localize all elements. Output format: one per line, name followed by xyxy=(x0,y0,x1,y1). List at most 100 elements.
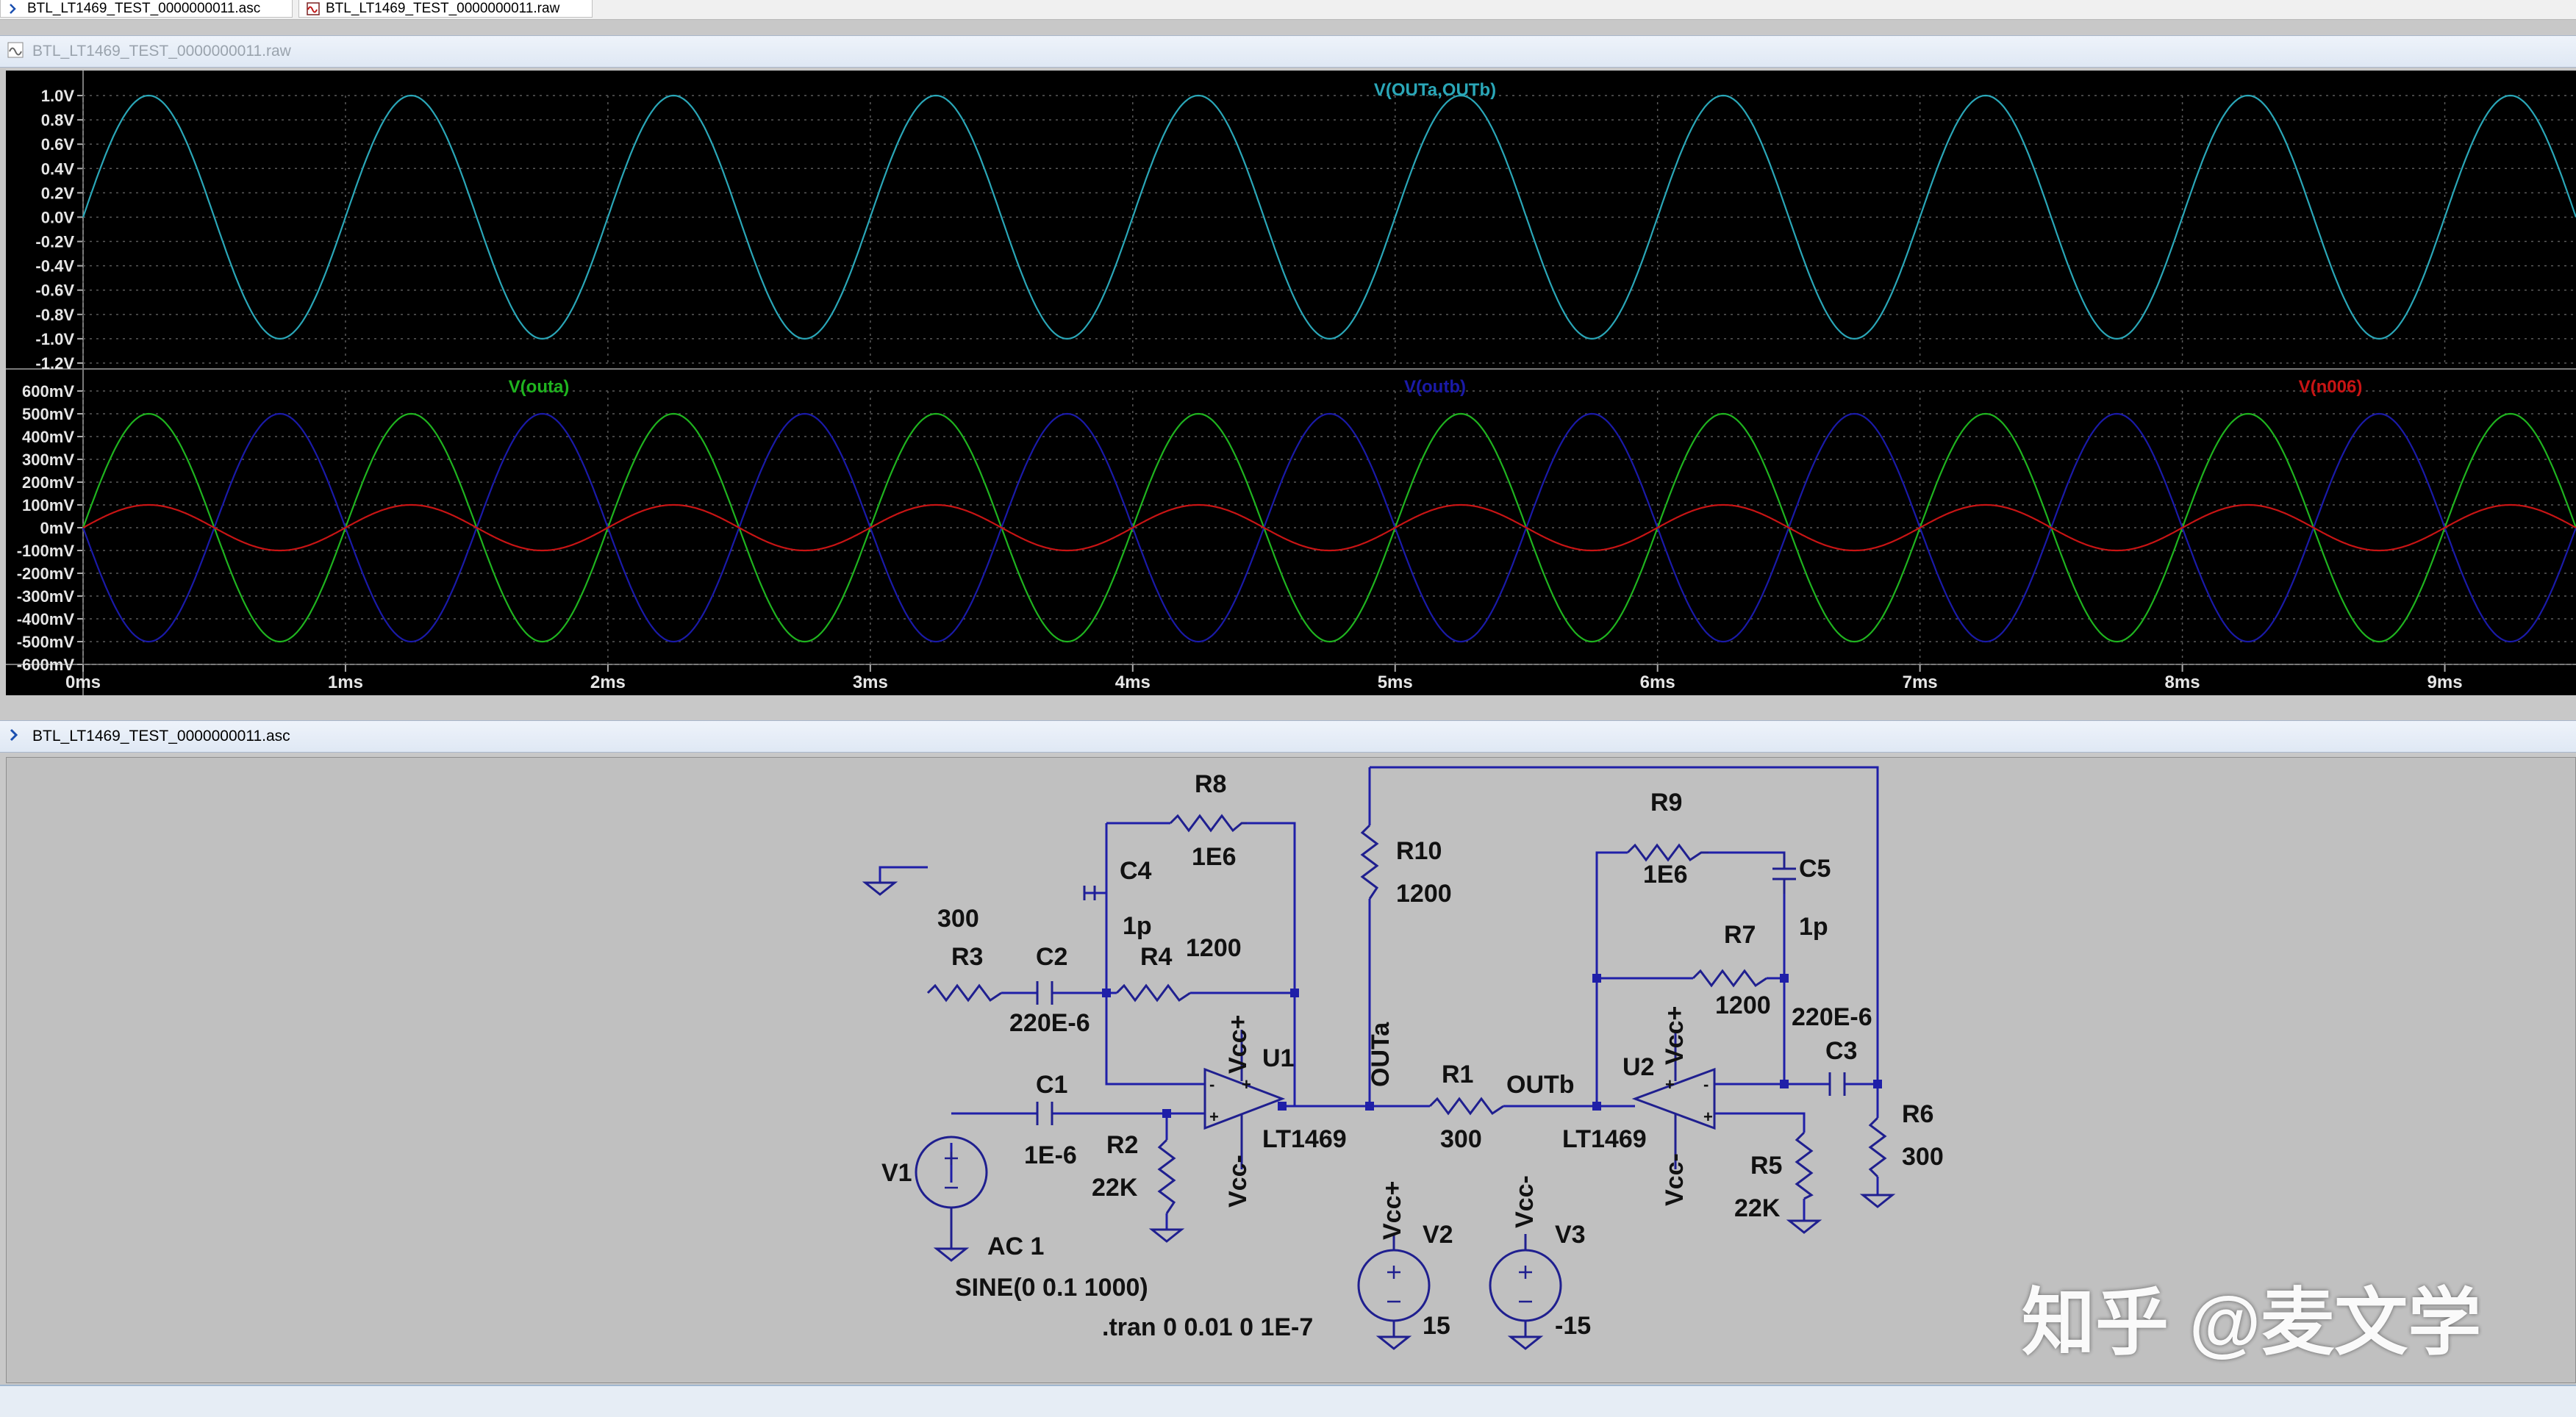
schematic-icon xyxy=(8,2,21,15)
trace-legend-label[interactable]: V(n006) xyxy=(2299,377,2363,397)
y-tick-label: -0.2V xyxy=(35,233,74,251)
label-u1-vccm: Vcc- xyxy=(1224,1155,1252,1208)
y-tick-label: -1.0V xyxy=(35,330,74,348)
label-c2: C2 xyxy=(1036,943,1067,971)
tab-label: BTL_LT1469_TEST_0000000011.asc xyxy=(27,0,261,16)
label-c5: C5 xyxy=(1799,855,1831,883)
label-v1-ac: AC 1 xyxy=(987,1233,1044,1260)
y-tick-label: 0.4V xyxy=(41,159,75,178)
label-r9: R9 xyxy=(1650,789,1682,817)
x-tick-label: 5ms xyxy=(1378,672,1413,692)
trace-legend-label[interactable]: V(outa) xyxy=(509,377,570,397)
label-c4-value: 1p xyxy=(1123,912,1152,940)
label-r7-value: 1200 xyxy=(1715,991,1771,1019)
status-bar xyxy=(0,1385,2576,1417)
y-tick-label: 0.2V xyxy=(41,184,75,202)
svg-text:+: + xyxy=(1242,1075,1251,1094)
label-c3-value: 220E-6 xyxy=(1792,1003,1872,1031)
label-r2: R2 xyxy=(1106,1131,1138,1159)
trace-legend-label[interactable]: V(outb) xyxy=(1404,377,1466,397)
resistor-r10 xyxy=(1360,824,1379,900)
label-r7: R7 xyxy=(1724,921,1756,949)
waveform-icon xyxy=(7,42,24,62)
waveform-plot-area[interactable]: 1.0V 0.8V 0.6V 0.4V 0.2V 0.0V -0.2V -0.4V -0.6V -… xyxy=(6,71,2576,695)
y-tick-label: -200mV xyxy=(17,564,75,583)
resistor-r7 xyxy=(1692,969,1767,988)
waveform-icon xyxy=(307,1,320,15)
label-u2: U2 xyxy=(1622,1053,1654,1081)
label-c1: C1 xyxy=(1036,1071,1067,1099)
resistor-r3 xyxy=(926,983,1002,1002)
tab-schematic[interactable]: BTL_LT1469_TEST_0000000011.asc xyxy=(0,0,293,18)
label-r4: R4 xyxy=(1140,943,1173,971)
y-tick-label: 100mV xyxy=(22,496,74,514)
y-tick-label: 0.0V xyxy=(41,208,75,226)
label-r5: R5 xyxy=(1750,1152,1782,1180)
label-r1-value: 300 xyxy=(1440,1125,1482,1153)
label-outa: OUTa xyxy=(1367,1022,1395,1087)
x-tick-label: 0ms xyxy=(65,672,101,692)
resistor-r9 xyxy=(1626,843,1709,862)
y-tick-label: 200mV xyxy=(22,473,74,492)
y-tick-label: 300mV xyxy=(22,451,74,469)
resistor-r6 xyxy=(1868,1116,1887,1178)
label-u2-vccm: Vcc- xyxy=(1661,1153,1689,1206)
label-outb: OUTb xyxy=(1506,1071,1575,1099)
y-tick-label: 0.8V xyxy=(41,111,75,129)
label-r1: R1 xyxy=(1442,1061,1473,1088)
label-r10: R10 xyxy=(1396,837,1442,865)
label-u1: U1 xyxy=(1262,1044,1294,1072)
x-tick-label: 6ms xyxy=(1640,672,1675,692)
label-r9-value: 1E6 xyxy=(1643,861,1688,889)
ltspice-app: BTL_LT1469_TEST_0000000011.asc BTL_LT146… xyxy=(0,0,2576,1417)
tab-waveform[interactable]: BTL_LT1469_TEST_0000000011.raw xyxy=(298,0,593,18)
label-v3-value: -15 xyxy=(1555,1312,1591,1340)
tab-label: BTL_LT1469_TEST_0000000011.raw xyxy=(326,0,560,16)
resistor-r8 xyxy=(1169,814,1247,833)
label-r10-value: 1200 xyxy=(1396,880,1452,908)
label-r3-value: 300 xyxy=(937,905,979,933)
label-c5-value: 1p xyxy=(1799,913,1828,941)
watermark: 知乎 @麦文学 xyxy=(2022,1282,2482,1364)
y-tick-label: -0.8V xyxy=(35,306,74,324)
y-tick-label: 0mV xyxy=(40,519,75,537)
x-tick-label: 9ms xyxy=(2427,672,2463,692)
waveform-svg: 1.0V 0.8V 0.6V 0.4V 0.2V 0.0V -0.2V -0.4V -0.6V -… xyxy=(6,71,2576,695)
schematic-icon xyxy=(7,727,24,747)
document-tab-bar: BTL_LT1469_TEST_0000000011.asc BTL_LT146… xyxy=(0,0,2576,20)
y-tick-label: -0.6V xyxy=(35,281,74,300)
svg-text:+: + xyxy=(1665,1075,1675,1094)
x-tick-label: 8ms xyxy=(2165,672,2200,692)
label-r6-value: 300 xyxy=(1902,1143,1944,1171)
schematic-window-title: BTL_LT1469_TEST_0000000011.asc xyxy=(32,728,290,745)
label-tran-directive: .tran 0 0.01 0 1E-7 xyxy=(1102,1313,1313,1341)
resistor-r4 xyxy=(1115,983,1191,1002)
y-tick-label: -100mV xyxy=(17,542,75,560)
label-r4-value: 1200 xyxy=(1186,934,1242,962)
label-r3: R3 xyxy=(951,943,983,971)
waveform-window-titlebar[interactable]: BTL_LT1469_TEST_0000000011.raw xyxy=(0,35,2576,68)
label-c1-value: 1E-6 xyxy=(1024,1141,1077,1169)
label-r6: R6 xyxy=(1902,1100,1933,1128)
label-c2-value: 220E-6 xyxy=(1009,1009,1090,1037)
y-tick-label: -400mV xyxy=(17,610,75,628)
x-tick-label: 3ms xyxy=(853,672,888,692)
svg-text:-: - xyxy=(1703,1075,1709,1094)
capacitor-c5 xyxy=(1772,867,1796,880)
label-c3: C3 xyxy=(1825,1037,1857,1065)
svg-text:+: + xyxy=(1703,1108,1713,1126)
trace-title-v-outa-outb[interactable]: V(OUTa,OUTb) xyxy=(1374,80,1496,100)
label-v1-sine: SINE(0 0.1 1000) xyxy=(955,1274,1148,1302)
svg-text:-: - xyxy=(1209,1075,1214,1094)
label-v3-net: Vcc- xyxy=(1511,1175,1539,1228)
source-v2 xyxy=(1357,1249,1431,1322)
x-tick-label: 4ms xyxy=(1115,672,1151,692)
schematic-window-titlebar[interactable]: BTL_LT1469_TEST_0000000011.asc xyxy=(0,720,2576,753)
resistor-r2 xyxy=(1157,1138,1176,1214)
y-tick-label: 1.0V xyxy=(41,87,75,105)
x-tick-label: 7ms xyxy=(1903,672,1938,692)
label-c4: C4 xyxy=(1120,857,1152,885)
label-v2-value: 15 xyxy=(1423,1312,1450,1340)
x-tick-label: 2ms xyxy=(590,672,626,692)
label-u2-part: LT1469 xyxy=(1562,1125,1647,1153)
